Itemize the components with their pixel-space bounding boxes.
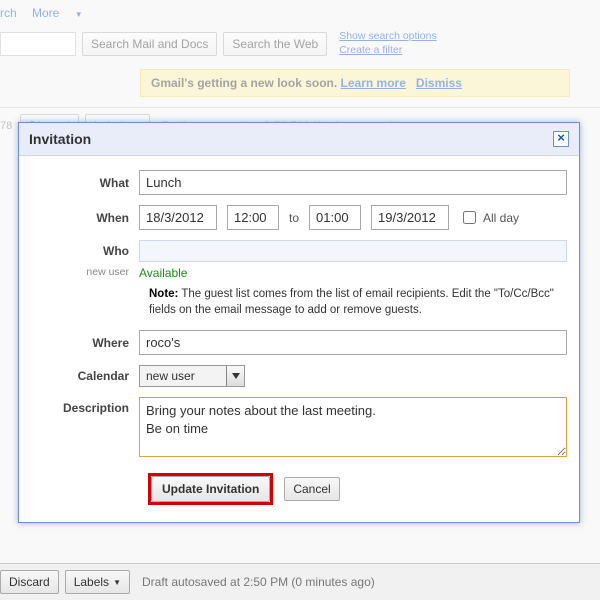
invitation-dialog: Invitation × What When to All day Who [18,122,580,523]
description-textarea[interactable] [139,397,567,457]
label-who: Who [31,244,139,258]
cancel-button[interactable]: Cancel [284,477,339,501]
chevron-down-icon [226,366,244,386]
label-what: What [31,176,139,190]
calendar-selected-value: new user [140,369,226,383]
all-day-checkbox[interactable] [463,211,476,224]
label-where: Where [31,336,139,350]
label-calendar: Calendar [31,369,139,383]
calendar-select[interactable]: new user [139,365,245,387]
highlight-box: Update Invitation [149,474,272,504]
discard-button[interactable]: Discard [0,570,59,594]
end-time-input[interactable] [309,205,361,230]
label-description: Description [31,397,139,415]
availability-status: Available [139,266,187,280]
all-day-label: All day [483,211,519,225]
start-time-input[interactable] [227,205,279,230]
draft-status: Draft autosaved at 2:50 PM (0 minutes ag… [142,575,375,589]
labels-label: Labels [74,575,109,589]
where-input[interactable] [139,330,567,355]
start-date-input[interactable] [139,205,217,230]
label-new-user: new user [31,266,139,280]
who-input[interactable] [139,240,567,262]
chevron-down-icon: ▼ [113,578,121,587]
to-label: to [289,211,299,225]
close-icon[interactable]: × [553,131,569,147]
label-when: When [31,211,139,225]
update-invitation-button[interactable]: Update Invitation [151,476,270,502]
end-date-input[interactable] [371,205,449,230]
dialog-title: Invitation [29,131,91,147]
labels-dropdown[interactable]: Labels ▼ [65,570,130,594]
guest-note: Note: The guest list comes from the list… [149,286,567,318]
what-input[interactable] [139,170,567,195]
